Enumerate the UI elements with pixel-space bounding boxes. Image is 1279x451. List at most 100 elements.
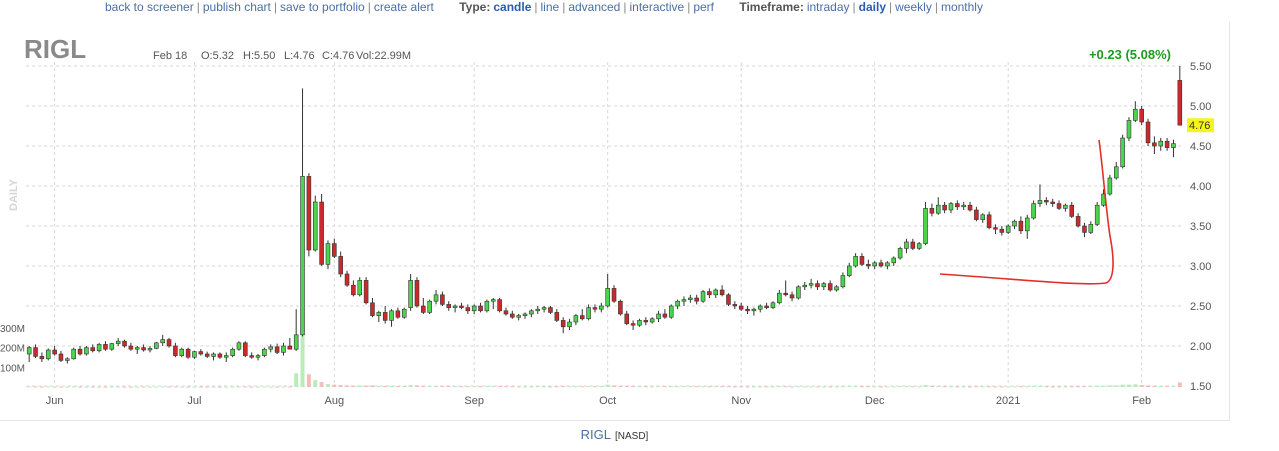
volume-bar [1063, 386, 1068, 388]
quote-volume: Vol:22.99M [356, 50, 411, 62]
volume-bar [109, 386, 114, 388]
volume-bar [643, 386, 648, 388]
candle-down [1069, 204, 1075, 217]
type-line-link[interactable]: line [541, 0, 560, 14]
timeframe-daily-link[interactable]: daily [859, 0, 886, 14]
candle-up [872, 262, 877, 267]
candle-down [52, 349, 57, 355]
volume-bar [122, 386, 127, 388]
volume-bar [834, 386, 839, 388]
volume-bar [948, 386, 953, 388]
volume-bar [1139, 385, 1144, 387]
grid [26, 62, 1183, 387]
type-interactive-link[interactable]: interactive [629, 0, 684, 14]
time-tick-label: Aug [325, 395, 345, 407]
ticker-link[interactable]: RIGL [581, 427, 611, 442]
volume-bar [364, 385, 369, 387]
candle-down [1139, 108, 1144, 123]
volume-bar [586, 386, 591, 388]
volume-bar [1133, 384, 1138, 387]
candle-up [541, 307, 547, 310]
publish-chart-link[interactable]: publish chart [203, 0, 271, 14]
candle-down [39, 356, 45, 360]
candle-down [1018, 220, 1024, 232]
volume-bar [999, 386, 1004, 388]
volume-bar [141, 386, 146, 388]
volume-bar [65, 386, 70, 388]
volume-bar [605, 384, 610, 387]
candle-down [198, 351, 204, 355]
candle-down [878, 262, 884, 267]
volume-bar [1044, 386, 1049, 388]
volume-bar [78, 386, 83, 388]
price-tick-label: 5.50 [1190, 61, 1211, 73]
volume-bar [993, 386, 998, 388]
candle-up [427, 300, 432, 313]
volume-bar [389, 385, 394, 387]
candle-down [459, 305, 464, 308]
candle-up [529, 310, 534, 315]
quote-open: O:5.32 [201, 50, 234, 62]
volume-bar [71, 386, 76, 388]
volume-bar [256, 386, 261, 388]
save-to-portfolio-link[interactable]: save to portfolio [280, 0, 365, 14]
volume-tick-label: 300M [0, 324, 25, 335]
candle-up [948, 203, 954, 211]
candle-up [147, 348, 153, 351]
back-to-screener-link[interactable]: back to screener [105, 0, 194, 14]
volume-tick-label: 100M [0, 363, 25, 374]
volume-bar [694, 386, 699, 388]
exchange-label: [NASD] [615, 431, 649, 442]
volume-bar [243, 386, 248, 388]
timeframe-weekly-link[interactable]: weekly [895, 0, 932, 14]
candle-up [796, 286, 801, 299]
candle-down [33, 347, 38, 357]
candle-up [223, 355, 229, 358]
create-alert-link[interactable]: create alert [374, 0, 434, 14]
candle-up [757, 305, 763, 310]
candle-down [370, 302, 375, 316]
candle-down [827, 283, 833, 291]
volume-bar [535, 386, 540, 388]
volume-bar [484, 386, 489, 388]
candle-down [382, 312, 388, 321]
candle-down [866, 264, 871, 267]
volume-bar [701, 386, 706, 388]
candle-down [332, 243, 337, 257]
volume-bar [446, 386, 451, 388]
timeframe-monthly-link[interactable]: monthly [941, 0, 983, 14]
candle-down [1152, 142, 1157, 147]
candle-down [90, 347, 96, 352]
candle-down [548, 307, 553, 313]
type-label: Type: [459, 0, 491, 14]
volume-bar [936, 386, 941, 388]
type-candle-link[interactable]: candle [493, 0, 531, 14]
candle-down [579, 315, 585, 320]
volume-bar [27, 386, 32, 388]
volume-bar [631, 386, 636, 388]
volume-bar [421, 385, 426, 387]
volume-bar [294, 373, 299, 387]
volume-bar [198, 386, 203, 388]
candle-up [802, 284, 808, 288]
candle-down [414, 280, 420, 307]
volume-bar [414, 385, 419, 387]
candle-up [65, 358, 70, 361]
timeframe-label: Timeframe: [739, 0, 804, 14]
volume-bar [325, 384, 330, 387]
candle-up [599, 305, 604, 310]
timeframe-intraday-link[interactable]: intraday [807, 0, 850, 14]
volume-bar [758, 386, 763, 388]
candle-down [719, 289, 725, 296]
volume-bar [739, 386, 744, 388]
candle-up [1088, 224, 1094, 233]
top-toolbar: back to screener | publish chart | save to p… [105, 0, 983, 14]
candle-down [967, 204, 973, 211]
candle-down [974, 209, 979, 220]
type-advanced-link[interactable]: advanced [568, 0, 620, 14]
time-tick-label: Sep [464, 395, 484, 407]
type-perf-link[interactable]: perf [693, 0, 714, 14]
candle-up [688, 297, 693, 300]
candle-up [821, 283, 827, 288]
time-tick-label: Nov [731, 395, 751, 407]
